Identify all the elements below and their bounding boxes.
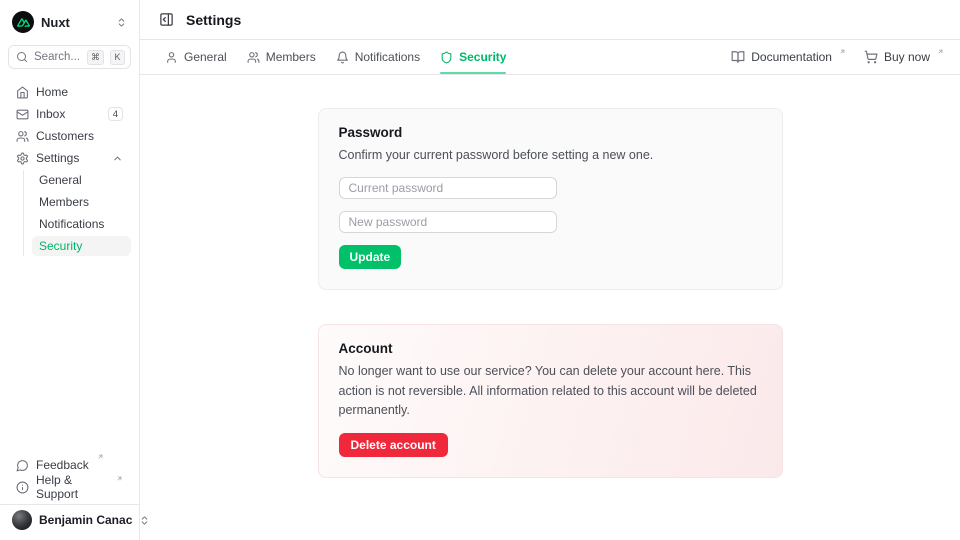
tab-security[interactable]: Security [440,40,506,74]
documentation-link[interactable]: Documentation [731,50,846,64]
search-input[interactable]: Search... ⌘ K [8,45,131,69]
password-card: Password Confirm your current password b… [318,108,783,290]
toolbar-links: Documentation Buy now [731,50,944,64]
tab-general[interactable]: General [165,40,227,74]
shield-icon [440,51,453,64]
page-header: Settings [140,0,960,40]
current-password-field[interactable] [339,177,557,199]
user-avatar [12,510,32,530]
users-icon [16,130,29,143]
app-window: Nuxt Search... ⌘ K Home [0,0,960,540]
settings-subnav: General Members Notifications Security [23,170,131,256]
page-title: Settings [186,12,241,28]
inbox-count-badge: 4 [108,107,123,121]
collapse-sidebar-icon[interactable] [156,9,177,30]
home-icon [16,86,29,99]
search-icon [16,51,28,63]
sidebar-item-settings[interactable]: Settings [8,148,131,168]
bell-icon [336,51,349,64]
account-card: Account No longer want to use our servic… [318,324,783,477]
nuxt-logo-icon [12,11,34,33]
external-link-icon [116,475,123,482]
new-password-field[interactable] [339,211,557,233]
sidebar-item-members[interactable]: Members [32,192,131,212]
sidebar: Nuxt Search... ⌘ K Home [0,0,140,540]
buy-now-link[interactable]: Buy now [864,50,944,64]
sidebar-item-help-support[interactable]: Help & Support [8,477,131,497]
book-icon [731,50,745,64]
chevrons-up-down-icon [116,17,127,28]
user-icon [165,51,178,64]
user-menu[interactable]: Benjamin Canac [8,505,131,532]
gear-icon [16,152,29,165]
tab-notifications[interactable]: Notifications [336,40,420,74]
kbd-k: K [110,50,125,65]
password-card-title: Password [339,125,762,140]
tab-members[interactable]: Members [247,40,316,74]
inbox-icon [16,108,29,121]
account-card-title: Account [339,341,762,356]
sidebar-item-notifications[interactable]: Notifications [32,214,131,234]
sidebar-spacer [8,256,131,455]
external-link-icon [937,48,944,55]
external-link-icon [97,453,104,460]
settings-tabs: General Members Notifications [165,40,506,74]
sidebar-item-security[interactable]: Security [32,236,131,256]
sidebar-nav: Home Inbox 4 Customers Settings [8,82,131,256]
cart-icon [864,50,878,64]
sidebar-item-feedback[interactable]: Feedback [8,455,131,475]
chat-bubble-icon [16,459,29,472]
settings-toolbar: General Members Notifications [140,40,960,75]
chevron-up-icon [112,153,123,164]
user-name: Benjamin Canac [39,513,132,527]
info-icon [16,481,29,494]
account-card-description: No longer want to use our service? You c… [339,362,762,420]
delete-account-button[interactable]: Delete account [339,433,448,457]
main-panel: Settings General Members [140,0,960,540]
team-selector[interactable]: Nuxt [8,8,131,36]
sidebar-item-customers[interactable]: Customers [8,126,131,146]
settings-content: Password Confirm your current password b… [140,75,960,540]
search-placeholder: Search... [34,51,81,63]
users-icon [247,51,260,64]
kbd-cmd: ⌘ [87,50,104,65]
sidebar-item-home[interactable]: Home [8,82,131,102]
sidebar-item-inbox[interactable]: Inbox 4 [8,104,131,124]
sidebar-item-general[interactable]: General [32,170,131,190]
external-link-icon [839,48,846,55]
sidebar-footer-nav: Feedback Help & Support [8,455,131,497]
team-name: Nuxt [41,15,109,30]
password-card-description: Confirm your current password before set… [339,146,762,165]
update-password-button[interactable]: Update [339,245,402,269]
